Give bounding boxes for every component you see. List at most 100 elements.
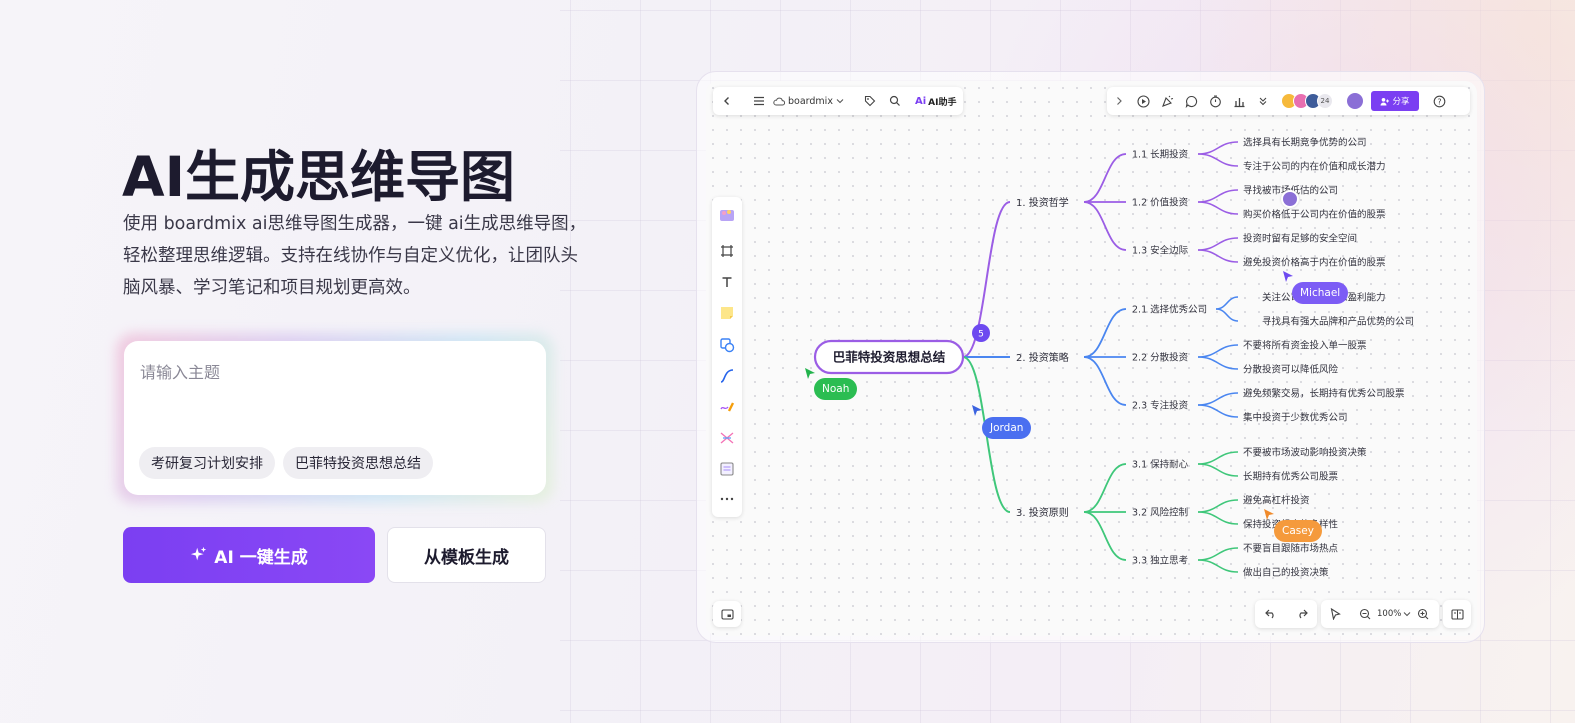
map-view-button[interactable]	[1443, 600, 1471, 628]
mindmap-child-label[interactable]: 3.2 风险控制	[1132, 507, 1188, 519]
template-icon[interactable]	[717, 205, 737, 225]
tag-icon[interactable]	[858, 89, 882, 113]
mindmap-child-label[interactable]: 1.3 安全边际	[1132, 245, 1189, 257]
mindmap-child-label[interactable]: 3.1 保持耐心	[1132, 459, 1189, 471]
zoom-level[interactable]: 100%	[1377, 609, 1401, 619]
back-icon[interactable]	[715, 89, 739, 113]
user-avatar[interactable]	[1347, 93, 1363, 109]
mindmap-leaf-label[interactable]: 不要被市场波动影响投资决策	[1243, 447, 1367, 459]
book-icon	[1450, 608, 1464, 620]
mindmap-connector	[1083, 153, 1127, 203]
cursor-label-michael: Michael	[1292, 282, 1349, 304]
mindmap-branch-label[interactable]: 3. 投资原则	[1016, 506, 1069, 519]
left-tool-palette	[712, 197, 742, 517]
text-tool-icon[interactable]	[717, 272, 737, 292]
mindmap-leaf-label[interactable]: 做出自己的投资决策	[1243, 567, 1329, 579]
avatar	[1281, 190, 1299, 208]
frame-icon[interactable]	[717, 241, 737, 261]
mindmap-child-label[interactable]: 3.3 独立思考	[1132, 555, 1188, 567]
history-toolbar	[1255, 600, 1317, 628]
mindmap-connector	[1197, 201, 1239, 215]
ai-assistant-button[interactable]: Ai AI助手	[915, 95, 957, 108]
collaborator-count: 24	[1317, 93, 1333, 109]
menu-icon[interactable]	[747, 89, 771, 113]
play-icon[interactable]	[1131, 89, 1155, 113]
topic-input-placeholder[interactable]: 请输入主题	[140, 359, 220, 383]
ai-generate-button[interactable]: AI 一键生成	[123, 527, 375, 583]
zoom-out-icon[interactable]	[1353, 602, 1377, 626]
cursor-pointer-jordan	[972, 405, 982, 416]
cursor-pointer-casey	[1264, 509, 1274, 520]
suggestion-chip-exam-plan[interactable]: 考研复习计划安排	[139, 447, 275, 479]
mindmap-connector	[1083, 463, 1127, 513]
more-icon[interactable]	[717, 489, 737, 509]
mindmap-child-label[interactable]: 1.1 长期投资	[1132, 149, 1189, 161]
whiteboard-canvas[interactable]: 1. 投资哲学 1.1 长期投资 选择具有长期竞争优势的公司专注于公司的内在价值和成…	[706, 81, 1477, 636]
pen-icon[interactable]	[717, 397, 737, 417]
mindmap-connector	[1197, 404, 1239, 418]
cursor-pointer-michael	[1283, 271, 1293, 282]
connector-icon[interactable]	[717, 366, 737, 386]
mindmap-leaf-label[interactable]: 投资时留有足够的安全空间	[1243, 233, 1357, 245]
mindmap-leaf-label[interactable]: 长期持有优秀公司股票	[1243, 471, 1339, 483]
expand-more-icon[interactable]	[1251, 89, 1275, 113]
mindmap-child-label[interactable]: 2.1 选择优秀公司	[1132, 304, 1207, 316]
mindmap-tool-icon[interactable]	[717, 428, 737, 448]
mindmap-leaf-label[interactable]: 避免投资价格高于内在价值的股票	[1243, 257, 1386, 269]
mindmap-child-label[interactable]: 2.3 专注投资	[1132, 400, 1189, 412]
mindmap-root-label[interactable]: 巴菲特投资思想总结	[833, 350, 946, 365]
mindmap-connector	[1197, 141, 1239, 155]
redo-icon[interactable]	[1290, 602, 1314, 626]
timer-icon[interactable]	[1203, 89, 1227, 113]
undo-icon[interactable]	[1259, 602, 1283, 626]
mindmap-connector	[1197, 392, 1239, 406]
mindmap-leaf-label[interactable]: 寻找具有强大品牌和产品优势的公司	[1262, 316, 1414, 328]
shape-icon[interactable]	[717, 335, 737, 355]
mindmap-connector	[1197, 559, 1239, 573]
page-title: AI生成思维导图	[122, 145, 516, 209]
mindmap-leaf-label[interactable]: 购买价格低于公司内在价值的股票	[1243, 209, 1386, 221]
mindmap-leaf-label[interactable]: 选择具有长期竞争优势的公司	[1243, 137, 1367, 149]
topic-input-box[interactable]: 请输入主题 考研复习计划安排 巴菲特投资思想总结	[124, 341, 546, 495]
mindmap-leaf-label[interactable]: 避免高杠杆投资	[1243, 495, 1310, 507]
mindmap-leaf-label[interactable]: 集中投资于少数优秀公司	[1243, 412, 1348, 424]
cursor-label-casey: Casey	[1274, 520, 1322, 542]
template-generate-button[interactable]: 从模板生成	[387, 527, 546, 583]
mindmap-connector	[1083, 201, 1127, 251]
mindmap-connector	[1197, 249, 1239, 263]
mindmap-branch-label[interactable]: 1. 投资哲学	[1016, 196, 1069, 209]
chevron-right-icon[interactable]	[1107, 89, 1131, 113]
svg-text:?: ?	[1437, 97, 1441, 106]
mindmap-connector	[1215, 308, 1239, 322]
zoom-in-icon[interactable]	[1411, 602, 1435, 626]
help-icon[interactable]: ?	[1427, 89, 1451, 113]
mindmap-leaf-label[interactable]: 避免频繁交易，长期持有优秀公司股票	[1243, 388, 1405, 400]
mindmap-child-label[interactable]: 2.2 分散投资	[1132, 352, 1189, 364]
collaborator-avatars[interactable]: 24	[1281, 93, 1333, 109]
chart-icon[interactable]	[1227, 89, 1251, 113]
mindmap-child-label[interactable]: 1.2 价值投资	[1132, 197, 1189, 209]
comment-icon[interactable]	[1179, 89, 1203, 113]
search-icon[interactable]	[883, 89, 907, 113]
cursor-pointer-noah	[805, 368, 815, 379]
zoom-toolbar: 100%	[1321, 600, 1439, 628]
document-icon[interactable]	[717, 459, 737, 479]
sticky-note-icon[interactable]	[717, 303, 737, 323]
cursor-label-noah: Noah	[814, 378, 858, 400]
mindmap-leaf-label[interactable]: 不要盲目跟随市场热点	[1243, 543, 1339, 555]
minimap-button[interactable]	[713, 601, 741, 627]
mindmap-leaf-label[interactable]: 不要将所有资金投入单一股票	[1243, 340, 1367, 352]
select-cursor-icon[interactable]	[1323, 602, 1347, 626]
hero-description: 使用 boardmix ai思维导图生成器，一键 ai生成思维导图，轻松整理思维…	[123, 214, 587, 298]
mindmap-leaf-label[interactable]: 分散投资可以降低风险	[1243, 364, 1339, 376]
mindmap-connector	[1197, 189, 1239, 203]
chevron-down-icon[interactable]	[1403, 611, 1411, 617]
celebrate-icon[interactable]	[1155, 89, 1179, 113]
mindmap-leaf-label[interactable]: 专注于公司的内在价值和成长潜力	[1243, 161, 1386, 173]
workspace-selector[interactable]: boardmix	[773, 96, 844, 107]
comment-count-label: 5	[978, 330, 984, 340]
share-button[interactable]: 分享	[1371, 91, 1419, 111]
mindmap-branch-label[interactable]: 2. 投资策略	[1016, 351, 1069, 364]
suggestion-chip-buffett[interactable]: 巴菲特投资思想总结	[283, 447, 433, 479]
sparkle-icon	[191, 546, 207, 561]
